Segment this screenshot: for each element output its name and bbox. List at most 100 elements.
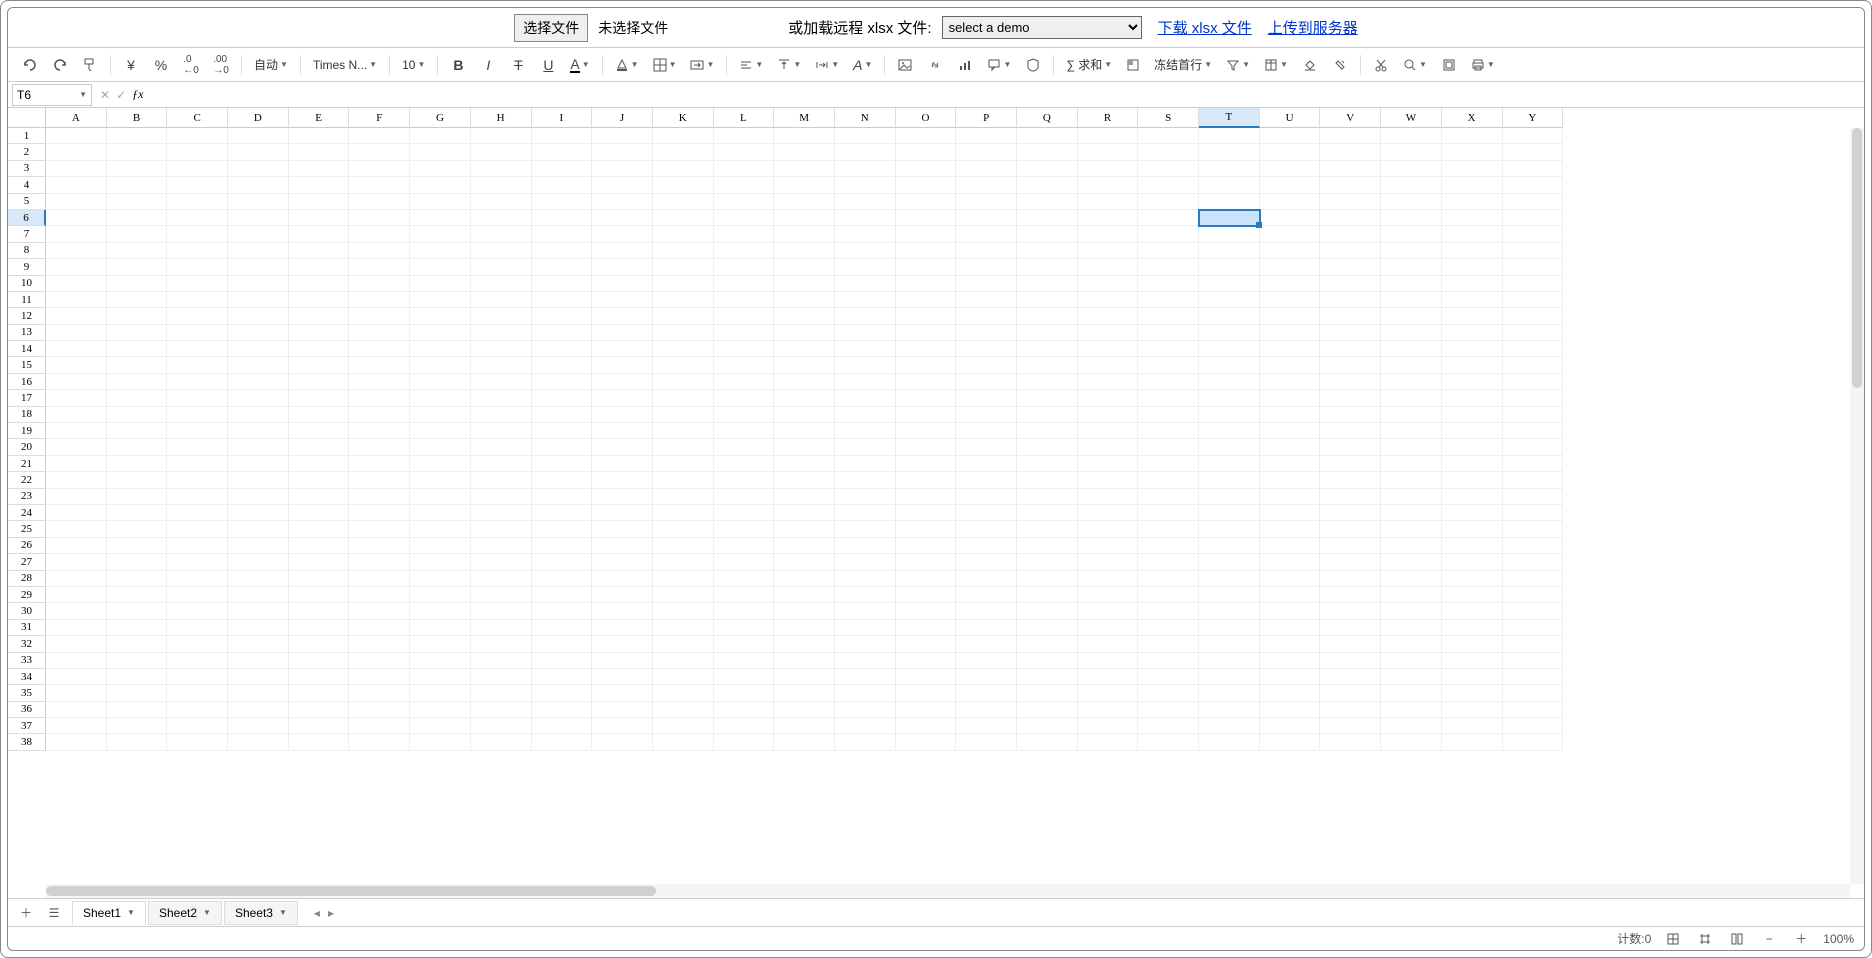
cell[interactable]	[1442, 423, 1503, 439]
cell[interactable]	[774, 325, 835, 341]
row-header[interactable]: 24	[8, 505, 46, 521]
cell[interactable]	[167, 390, 228, 406]
cell[interactable]	[410, 374, 471, 390]
cell[interactable]	[774, 407, 835, 423]
cell[interactable]	[1017, 521, 1078, 537]
cell[interactable]	[1078, 177, 1139, 193]
cell[interactable]	[167, 587, 228, 603]
cell[interactable]	[1320, 718, 1381, 734]
row-header[interactable]: 21	[8, 456, 46, 472]
cell[interactable]	[835, 243, 896, 259]
cell[interactable]	[835, 472, 896, 488]
cell[interactable]	[46, 292, 107, 308]
cell[interactable]	[653, 489, 714, 505]
insert-comment-button[interactable]: ▼	[983, 53, 1015, 77]
cell[interactable]	[1320, 308, 1381, 324]
cell[interactable]	[896, 357, 957, 373]
cell[interactable]	[107, 554, 168, 570]
column-header[interactable]: B	[107, 108, 168, 128]
font-color-button[interactable]: A▼	[566, 53, 593, 77]
cell[interactable]	[532, 325, 593, 341]
cell[interactable]	[1503, 587, 1564, 603]
cell[interactable]	[107, 177, 168, 193]
cell[interactable]	[1138, 374, 1199, 390]
cell[interactable]	[1260, 439, 1321, 455]
cell[interactable]	[107, 734, 168, 750]
cell[interactable]	[167, 259, 228, 275]
cell[interactable]	[167, 702, 228, 718]
row-header[interactable]: 20	[8, 439, 46, 455]
cell[interactable]	[1381, 308, 1442, 324]
cell[interactable]	[1017, 538, 1078, 554]
cell[interactable]	[1381, 226, 1442, 242]
row-header[interactable]: 37	[8, 718, 46, 734]
cell[interactable]	[167, 620, 228, 636]
cell[interactable]	[1260, 407, 1321, 423]
cell[interactable]	[956, 194, 1017, 210]
cell[interactable]	[1260, 243, 1321, 259]
cell[interactable]	[1381, 489, 1442, 505]
cell[interactable]	[107, 423, 168, 439]
cell[interactable]	[228, 538, 289, 554]
cell[interactable]	[835, 308, 896, 324]
cell[interactable]	[896, 554, 957, 570]
cell[interactable]	[1320, 128, 1381, 144]
underline-button[interactable]: U	[536, 53, 560, 77]
cell[interactable]	[896, 407, 957, 423]
cell[interactable]	[532, 194, 593, 210]
cell[interactable]	[1320, 423, 1381, 439]
cell[interactable]	[471, 128, 532, 144]
cell[interactable]	[1138, 653, 1199, 669]
cell[interactable]	[714, 587, 775, 603]
cell[interactable]	[1442, 505, 1503, 521]
cell[interactable]	[107, 210, 168, 226]
cell[interactable]	[46, 407, 107, 423]
cell[interactable]	[410, 669, 471, 685]
cell[interactable]	[532, 276, 593, 292]
choose-file-button[interactable]: 选择文件	[514, 14, 588, 42]
cell[interactable]	[1017, 292, 1078, 308]
cell[interactable]	[289, 390, 350, 406]
cell[interactable]	[653, 554, 714, 570]
cell[interactable]	[532, 653, 593, 669]
cell[interactable]	[46, 702, 107, 718]
cell[interactable]	[1078, 194, 1139, 210]
cell[interactable]	[1260, 554, 1321, 570]
cell[interactable]	[46, 161, 107, 177]
row-header[interactable]: 6	[8, 210, 46, 226]
table-style-button[interactable]: ▼	[1260, 53, 1292, 77]
cell[interactable]	[471, 226, 532, 242]
column-header[interactable]: O	[896, 108, 957, 128]
cell[interactable]	[653, 423, 714, 439]
cell[interactable]	[228, 276, 289, 292]
cell[interactable]	[774, 194, 835, 210]
cell[interactable]	[653, 620, 714, 636]
cell[interactable]	[1260, 456, 1321, 472]
cell[interactable]	[46, 489, 107, 505]
cell[interactable]	[1138, 718, 1199, 734]
cell[interactable]	[1138, 587, 1199, 603]
cell[interactable]	[532, 259, 593, 275]
cell[interactable]	[349, 702, 410, 718]
cell[interactable]	[228, 571, 289, 587]
cell[interactable]	[592, 341, 653, 357]
cell[interactable]	[228, 226, 289, 242]
cell[interactable]	[1260, 538, 1321, 554]
cell[interactable]	[714, 177, 775, 193]
cell[interactable]	[1503, 308, 1564, 324]
cell[interactable]	[228, 734, 289, 750]
cell[interactable]	[349, 734, 410, 750]
cell[interactable]	[653, 653, 714, 669]
cell[interactable]	[46, 128, 107, 144]
cell[interactable]	[1442, 653, 1503, 669]
cell[interactable]	[1078, 161, 1139, 177]
cell[interactable]	[1320, 325, 1381, 341]
cell[interactable]	[228, 357, 289, 373]
cell[interactable]	[1320, 702, 1381, 718]
cell[interactable]	[774, 243, 835, 259]
cell[interactable]	[592, 505, 653, 521]
cell[interactable]	[107, 489, 168, 505]
cell[interactable]	[1503, 718, 1564, 734]
cell[interactable]	[592, 128, 653, 144]
cell[interactable]	[956, 407, 1017, 423]
